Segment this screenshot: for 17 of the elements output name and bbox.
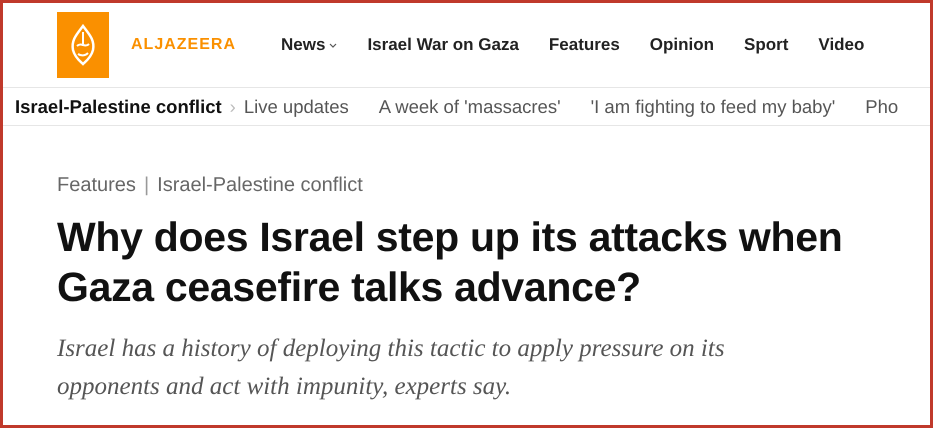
nav-link[interactable]: Features <box>548 32 620 58</box>
subnav-link[interactable]: 'I am fighting to feed my baby' <box>590 92 836 120</box>
topic-link[interactable]: Israel-Palestine conflict <box>15 92 222 120</box>
nav-link[interactable]: Israel War on Gaza <box>367 32 519 58</box>
nav-link[interactable]: Opinion <box>650 32 714 58</box>
subnav-link[interactable]: A week of 'massacres' <box>378 92 561 120</box>
separator-text: › <box>230 94 236 119</box>
article-standfirst: Israel has a history of deploying this tactic to apply pressure on its opponents and act with impunity, experts say. <box>56 334 726 402</box>
nav-link[interactable]: News <box>281 32 338 58</box>
subnav-link[interactable]: Live updates <box>244 92 349 120</box>
subnav-link[interactable]: Pho <box>865 92 898 120</box>
separator-text: | <box>144 173 150 198</box>
breadcrumb-link[interactable]: Israel-Palestine conflict <box>157 170 363 200</box>
breadcrumb-link[interactable]: Features <box>57 170 136 200</box>
nav-link[interactable]: Sport <box>744 32 788 58</box>
nav-link[interactable]: Video <box>818 32 864 58</box>
article-headline: Why does Israel step up its attacks when Gaza ceasefire talks advance? <box>56 213 844 312</box>
